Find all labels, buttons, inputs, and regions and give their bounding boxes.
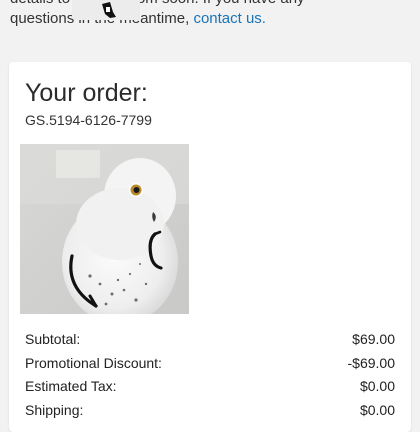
order-number: GS.5194-6126-7799 bbox=[25, 112, 152, 128]
promotional-discount-row: Promotional Discount: -$69.00 bbox=[25, 352, 395, 376]
subtotal-row: Subtotal: $69.00 bbox=[25, 328, 395, 352]
estimated-tax-label: Estimated Tax: bbox=[25, 378, 117, 394]
intro-text: details to @gmail.com soon. If you have … bbox=[10, 0, 410, 29]
shipping-value: $0.00 bbox=[359, 401, 395, 418]
overlay-thumbnail bbox=[72, 0, 140, 20]
phone-thumbnail-icon bbox=[72, 0, 140, 20]
estimated-tax-row: Estimated Tax: $0.00 bbox=[25, 375, 395, 399]
intro-line-1: details to @gmail.com soon. If you have … bbox=[10, 0, 410, 9]
subtotal-value: $69.00 bbox=[352, 331, 395, 347]
promotional-discount-label: Promotional Discount: bbox=[25, 354, 162, 371]
contact-us-link[interactable]: contact us. bbox=[193, 10, 266, 27]
order-title: Your order: bbox=[25, 79, 148, 107]
order-totals: Subtotal: $69.00 Promotional Discount: -… bbox=[25, 328, 395, 422]
product-image bbox=[20, 144, 189, 314]
shipping-label: Shipping: bbox=[25, 401, 84, 418]
shipping-row: Shipping: $0.00 bbox=[25, 399, 395, 423]
order-card: Your order: GS.5194-6126-7799 Subtotal: … bbox=[9, 62, 411, 432]
estimated-tax-value: $0.00 bbox=[359, 378, 395, 394]
owl-photo-icon bbox=[20, 144, 189, 314]
intro-line-2: questions in the meantime, contact us. bbox=[10, 9, 410, 29]
subtotal-label: Subtotal: bbox=[25, 331, 81, 347]
promotional-discount-value: -$69.00 bbox=[347, 354, 395, 371]
